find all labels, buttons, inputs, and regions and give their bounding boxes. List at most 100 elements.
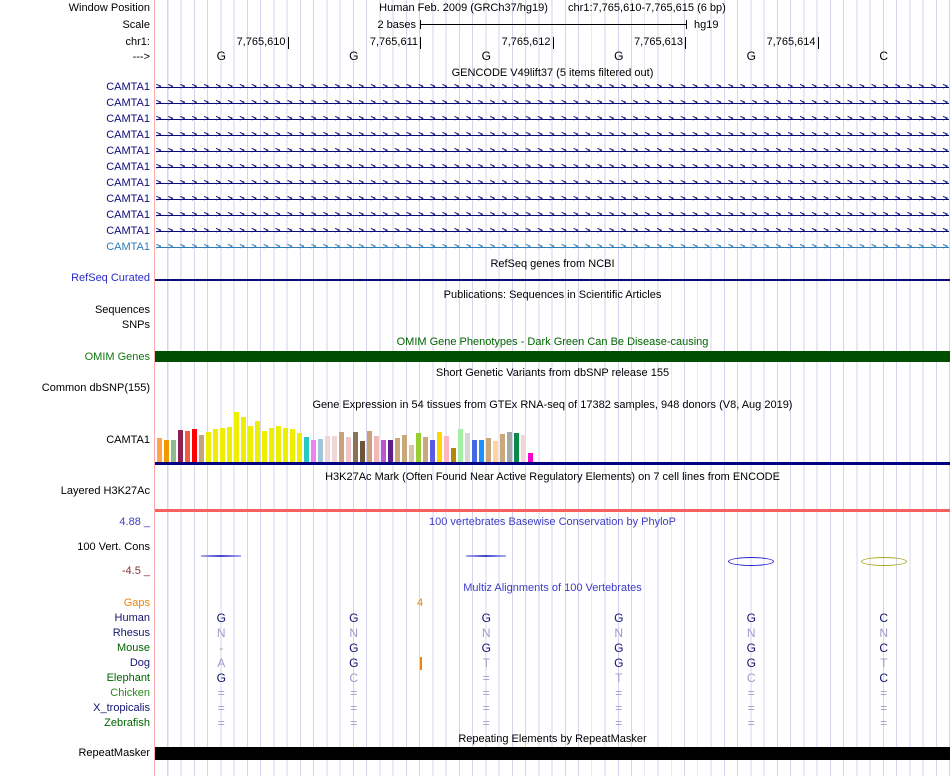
multiz-base: C (747, 672, 756, 685)
gtex-tissue-bar (346, 437, 351, 462)
gene-item-exon-line[interactable]: >>>>>>>>>>>>>>>>>>>>>>>>>>>>>>>>>>>>>>>>… (156, 241, 949, 254)
coordinate-label: 7,765,614 (767, 36, 816, 49)
gtex-gene-label[interactable]: CAMTA1 (0, 434, 150, 447)
gtex-tissue-bar (262, 431, 267, 462)
multiz-base: T (483, 657, 490, 670)
multiz-species-label[interactable]: Gaps (0, 597, 150, 610)
multiz-base: G (614, 642, 623, 655)
coordinate-label: 7,765,611 (370, 36, 418, 49)
gtex-tissue-bar (276, 426, 281, 462)
gene-item-label[interactable]: CAMTA1 (0, 81, 150, 94)
repeatmasker-label[interactable]: RepeatMasker (0, 747, 150, 760)
multiz-insert-marker (420, 657, 422, 670)
gene-item-label[interactable]: CAMTA1 (0, 161, 150, 174)
gene-item-exon-line[interactable]: >>>>>>>>>>>>>>>>>>>>>>>>>>>>>>>>>>>>>>>>… (156, 81, 949, 94)
gtex-tissue-bar (318, 439, 323, 462)
multiz-species-label[interactable]: Mouse (0, 642, 150, 655)
coordinate-label: 7,765,610 (237, 36, 286, 49)
gene-item-exon-line[interactable]: >>>>>>>>>>>>>>>>>>>>>>>>>>>>>>>>>>>>>>>>… (156, 209, 949, 222)
multiz-species-label[interactable]: Chicken (0, 687, 150, 700)
gtex-tissue-bar (486, 438, 491, 462)
multiz-base: G (349, 642, 358, 655)
refseq-gene-line[interactable] (155, 279, 950, 281)
gtex-tissue-bar (297, 433, 302, 462)
multiz-species-label[interactable]: Dog (0, 657, 150, 670)
multiz-base: = (483, 717, 490, 730)
gtex-tissue-bar (311, 440, 316, 462)
multiz-base: C (879, 612, 888, 625)
assembly-name: Human Feb. 2009 (GRCh37/hg19) (379, 2, 548, 14)
gene-item-exon-line[interactable]: >>>>>>>>>>>>>>>>>>>>>>>>>>>>>>>>>>>>>>>>… (156, 161, 949, 174)
gene-item-exon-line[interactable]: >>>>>>>>>>>>>>>>>>>>>>>>>>>>>>>>>>>>>>>>… (156, 145, 949, 158)
gtex-tissue-bar (416, 433, 421, 462)
scale-ruler (420, 20, 687, 29)
gene-item-exon-line[interactable]: >>>>>>>>>>>>>>>>>>>>>>>>>>>>>>>>>>>>>>>>… (156, 113, 949, 126)
multiz-base: = (880, 717, 887, 730)
multiz-base: = (880, 687, 887, 700)
phylop-mark (201, 555, 241, 557)
gene-item-exon-line[interactable]: >>>>>>>>>>>>>>>>>>>>>>>>>>>>>>>>>>>>>>>>… (156, 97, 949, 110)
omim-gene-bar[interactable] (155, 351, 950, 362)
multiz-base: C (879, 672, 888, 685)
gtex-tissue-bar (430, 440, 435, 462)
gene-item-label[interactable]: CAMTA1 (0, 241, 150, 254)
gene-item-label[interactable]: CAMTA1 (0, 145, 150, 158)
gene-item-exon-line[interactable]: >>>>>>>>>>>>>>>>>>>>>>>>>>>>>>>>>>>>>>>>… (156, 129, 949, 142)
repeatmasker-bar[interactable] (155, 747, 950, 760)
gene-item-label[interactable]: CAMTA1 (0, 193, 150, 206)
multiz-species-label[interactable]: Elephant (0, 672, 150, 685)
multiz-base: - (219, 642, 223, 655)
gene-item-label[interactable]: CAMTA1 (0, 209, 150, 222)
conservation-min-value: -4.5 _ (0, 565, 150, 578)
dbsnp-label[interactable]: Common dbSNP(155) (0, 382, 150, 395)
gtex-tissue-bar (241, 417, 246, 462)
gene-item-exon-line[interactable]: >>>>>>>>>>>>>>>>>>>>>>>>>>>>>>>>>>>>>>>>… (156, 177, 949, 190)
gtex-tissue-bar (451, 448, 456, 462)
gtex-tissue-bar (157, 438, 162, 462)
multiz-base: T (880, 657, 887, 670)
h3k27ac-label[interactable]: Layered H3K27Ac (0, 485, 150, 498)
multiz-base: = (615, 702, 622, 715)
multiz-base: = (748, 702, 755, 715)
multiz-species-label[interactable]: Rhesus (0, 627, 150, 640)
multiz-species-label[interactable]: Zebrafish (0, 717, 150, 730)
gene-item-label[interactable]: CAMTA1 (0, 113, 150, 126)
publications-track-title: Publications: Sequences in Scientific Ar… (155, 289, 950, 302)
gtex-tissue-bar (353, 432, 358, 462)
gene-item-label[interactable]: CAMTA1 (0, 129, 150, 142)
multiz-base: = (615, 717, 622, 730)
multiz-species-label[interactable]: X_tropicalis (0, 702, 150, 715)
gtex-tissue-bar (465, 433, 470, 462)
gtex-tissue-bar (493, 441, 498, 462)
reference-base: G (482, 50, 491, 63)
omim-genes-label[interactable]: OMIM Genes (0, 351, 150, 364)
reference-base: G (747, 50, 756, 63)
multiz-base: = (615, 687, 622, 700)
gene-item-exon-line[interactable]: >>>>>>>>>>>>>>>>>>>>>>>>>>>>>>>>>>>>>>>>… (156, 225, 949, 238)
h3k27ac-track-title: H3K27Ac Mark (Often Found Near Active Re… (155, 471, 950, 484)
gene-item-label[interactable]: CAMTA1 (0, 97, 150, 110)
publications-snps-label[interactable]: SNPs (0, 319, 150, 332)
scale-label: Scale (0, 19, 150, 32)
phylop-mark (728, 557, 774, 566)
gene-item-label[interactable]: CAMTA1 (0, 225, 150, 238)
window-left-border (154, 0, 155, 776)
gtex-tissue-bar (192, 429, 197, 462)
conservation-label[interactable]: 100 Vert. Cons (0, 541, 150, 554)
multiz-base: = (880, 702, 887, 715)
multiz-base: G (482, 612, 491, 625)
coordinate-label: 7,765,612 (502, 36, 551, 49)
gtex-tissue-bar (437, 432, 442, 462)
gtex-tissue-bar (199, 435, 204, 462)
gtex-expression-bars[interactable] (157, 412, 533, 462)
refseq-curated-label[interactable]: RefSeq Curated (0, 272, 150, 285)
h3k27ac-signal-line[interactable] (155, 509, 950, 512)
gtex-tissue-bar (234, 412, 239, 462)
multiz-base: N (349, 627, 358, 640)
gene-item-label[interactable]: CAMTA1 (0, 177, 150, 190)
multiz-species-label[interactable]: Human (0, 612, 150, 625)
multiz-base: = (218, 687, 225, 700)
gtex-tissue-bar (332, 436, 337, 462)
gene-item-exon-line[interactable]: >>>>>>>>>>>>>>>>>>>>>>>>>>>>>>>>>>>>>>>>… (156, 193, 949, 206)
publications-sequences-label[interactable]: Sequences (0, 304, 150, 317)
